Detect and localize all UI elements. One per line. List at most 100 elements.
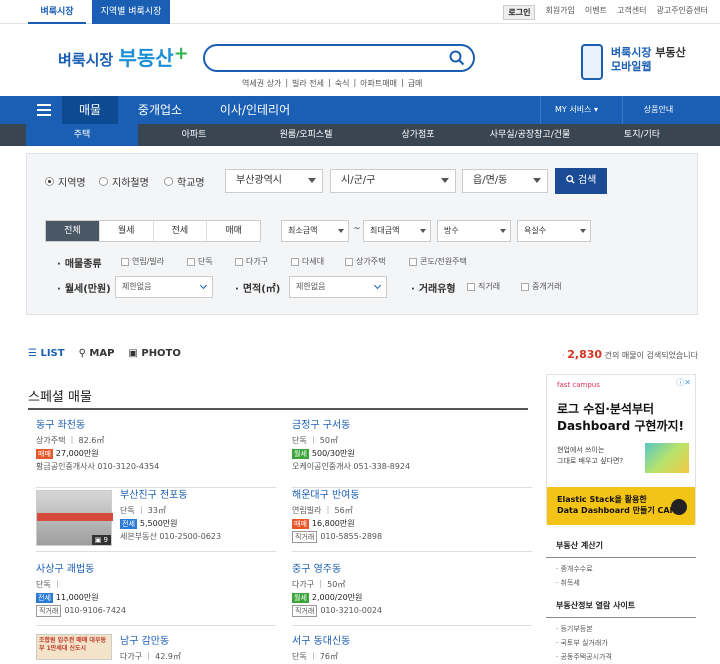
deal-type-label: 거래유형 xyxy=(411,280,456,295)
type-checkbox[interactable]: 다세대 xyxy=(291,256,324,267)
listing-card[interactable]: 해운대구 반여동 연립빌라 ｜ 56㎡ 매매 16,800만원 직거래 010-58… xyxy=(292,486,532,552)
ad-choices-icon[interactable]: ⓘ✕ xyxy=(676,377,691,388)
signup-link[interactable]: 회원가입 xyxy=(545,5,574,20)
keyword-link[interactable]: 숙식 xyxy=(335,78,350,89)
nav-listings[interactable]: 매물 xyxy=(62,96,118,124)
ad-cta[interactable]: Elastic Stack을 활용한 Data Dashboard 만들기 CAM… xyxy=(547,487,695,525)
listing-location[interactable]: 남구 감만동 xyxy=(120,632,181,647)
listing-agent: 오케이공인중개사 051-338-8924 xyxy=(292,462,411,471)
logo[interactable]: 벼룩시장 부동산+ xyxy=(58,42,189,71)
search-input[interactable] xyxy=(203,44,475,72)
listing-location[interactable]: 해운대구 반여동 xyxy=(292,486,532,501)
listing-location[interactable]: 중구 영주동 xyxy=(292,560,532,575)
keyword-link[interactable]: 역세권 상가 xyxy=(242,78,281,89)
deal-tab-all[interactable]: 전체 xyxy=(46,221,100,241)
listing-card[interactable]: 사상구 괘법동 단독 ｜ 전세 11,000만원 직거래 010-9106-7424 xyxy=(36,560,276,626)
registry-link[interactable]: · 등기부등본 xyxy=(546,618,696,636)
tab-regional-flea-market[interactable]: 지역별 벼룩시장 xyxy=(92,0,170,24)
city-select[interactable]: 시/군/구 xyxy=(330,169,456,193)
search-icon[interactable] xyxy=(449,50,465,66)
type-checkbox[interactable]: 콘도/전원주택 xyxy=(409,256,467,267)
area-select[interactable]: 제한없음 xyxy=(289,276,387,298)
search-button[interactable]: 검색 xyxy=(555,168,607,194)
listing-photo[interactable]: ▣ 9 xyxy=(36,490,113,546)
radio-school[interactable]: 학교명 xyxy=(164,174,205,189)
town-select[interactable]: 읍/면/동 xyxy=(462,169,548,193)
public-price-link[interactable]: · 공동주택공시가격 xyxy=(546,650,696,664)
view-tab-photo[interactable]: ▣ PHOTO xyxy=(128,348,180,359)
rent-label: 월세(만원) xyxy=(57,280,111,295)
listing-card[interactable]: ▣ 9 부산진구 전포동 단독 ｜ 33㎡ 전세 5,500만원 세븐부동산 01… xyxy=(36,486,276,552)
radio-subway[interactable]: 지하철명 xyxy=(99,174,149,189)
mobile-web-banner[interactable]: 벼룩시장 부동산 모바일웹 xyxy=(563,42,713,82)
deal-tab-jeonse[interactable]: 전세 xyxy=(154,221,208,241)
keyword-link[interactable]: 급매 xyxy=(408,78,423,89)
tax-calculator-link[interactable]: · 취득세 xyxy=(546,576,696,590)
nav-agencies[interactable]: 중개업소 xyxy=(126,96,194,124)
ad-headline: 로그 수집·분석부터 xyxy=(557,402,655,416)
listing-location[interactable]: 서구 동대신동 xyxy=(292,632,532,647)
category-house[interactable]: 주택 xyxy=(26,124,138,146)
deal-badge: 전세 xyxy=(36,593,53,603)
type-checkbox[interactable]: 상가주택 xyxy=(345,256,385,267)
keyword-link[interactable]: 아파트매매 xyxy=(360,78,397,89)
chevron-down-icon xyxy=(533,178,541,183)
listing-card[interactable]: 중구 영주동 다가구 ｜ 50㎡ 월세 2,000/20만원 직거래 010-321… xyxy=(292,560,532,626)
type-checkbox[interactable]: 단독 xyxy=(187,256,213,267)
category-store[interactable]: 상가점포 xyxy=(362,124,474,146)
customer-center-link[interactable]: 고객센터 xyxy=(617,5,646,20)
chevron-down-icon xyxy=(373,281,382,290)
property-type-label: 매물종류 xyxy=(57,255,102,270)
nav-moving-interior[interactable]: 이사/인테리어 xyxy=(210,96,300,124)
min-price-select[interactable]: 최소금액 xyxy=(281,220,349,242)
listing-card[interactable]: 조합원 입주권 매매 대우동부 1만세대 신도시 남구 감만동 다가구 ｜ 42… xyxy=(36,632,276,661)
transaction-price-link[interactable]: · 국토부 실거래가 xyxy=(546,636,696,650)
keyword-link[interactable]: 빌라 전세 xyxy=(292,78,324,89)
type-checkbox[interactable]: 연립/빌라 xyxy=(121,256,164,267)
baths-select[interactable]: 욕실수 xyxy=(517,220,591,242)
deal-badge: 매매 xyxy=(36,449,53,459)
listing-card[interactable]: 서구 동대신동 단독 ｜ 76㎡ xyxy=(292,632,532,661)
category-office[interactable]: 사무실/공장창고/건물 xyxy=(474,124,586,146)
view-tab-list[interactable]: ☰ LIST xyxy=(28,348,65,359)
tab-flea-market[interactable]: 벼룩시장 xyxy=(28,0,86,24)
rooms-select[interactable]: 방수 xyxy=(437,220,511,242)
direct-deal-checkbox[interactable]: 직거래 xyxy=(467,281,500,292)
type-checkbox[interactable]: 다가구 xyxy=(235,256,268,267)
radio-region[interactable]: 지역명 xyxy=(45,174,86,189)
listing-photo[interactable]: 조합원 입주권 매매 대우동부 1만세대 신도시 xyxy=(36,634,112,660)
category-land[interactable]: 토지/기타 xyxy=(586,124,698,146)
result-count: · 2,830 건의 매물이 검색되었습니다 xyxy=(562,348,698,361)
advertiser-link[interactable]: 광고주인증센터 xyxy=(656,5,708,20)
login-link[interactable]: 로그인 xyxy=(503,5,536,20)
rent-select[interactable]: 제한없음 xyxy=(115,276,213,298)
brokered-deal-checkbox[interactable]: 중개거래 xyxy=(521,281,561,292)
filter-panel: 지역명 지하철명 학교명 부산광역시 시/군/구 읍/면/동 검색 전체 월세 … xyxy=(26,153,698,315)
menu-icon[interactable] xyxy=(28,96,60,124)
deal-type-tabs: 전체 월세 전세 매매 xyxy=(45,220,261,242)
listing-card[interactable]: 동구 좌천동 상가주택 ｜ 82.6㎡ 매매 27,000만원 황금공인중개사사 … xyxy=(36,416,276,488)
listing-location[interactable]: 사상구 괘법동 xyxy=(36,560,276,575)
view-tab-map[interactable]: ⚲ MAP xyxy=(79,348,115,359)
listing-location[interactable]: 동구 좌천동 xyxy=(36,416,276,431)
deal-tab-sale[interactable]: 매매 xyxy=(207,221,260,241)
listing-photo-text: 조합원 입주권 매매 대우동부 1만세대 신도시 xyxy=(39,637,106,652)
province-select[interactable]: 부산광역시 xyxy=(225,169,323,193)
my-service-menu[interactable]: MY 서비스 ▾ xyxy=(540,96,612,124)
ad-brand: fast campus xyxy=(557,381,600,389)
top-bar: 벼룩시장 지역별 벼룩시장 로그인 회원가입 이벤트 고객센터 광고주인증센터 xyxy=(0,0,720,24)
category-oneroom[interactable]: 원룸/오피스텔 xyxy=(250,124,362,146)
deal-tab-monthly[interactable]: 월세 xyxy=(100,221,154,241)
event-link[interactable]: 이벤트 xyxy=(585,5,607,20)
listing-location[interactable]: 금정구 구서동 xyxy=(292,416,532,431)
ad-banner[interactable]: fast campus ⓘ✕ 로그 수집·분석부터 Dashboard 구현까지!… xyxy=(546,374,696,525)
product-guide-link[interactable]: 상품안내 xyxy=(622,96,694,124)
listing-location[interactable]: 부산진구 전포동 xyxy=(120,486,221,501)
max-price-select[interactable]: 최대금액 xyxy=(363,220,431,242)
listing-price: 27,000만원 xyxy=(55,449,99,458)
listing-phone: 010-5855-2898 xyxy=(320,532,383,541)
listing-price: 11,000만원 xyxy=(55,593,99,602)
fee-calculator-link[interactable]: · 중개수수료 xyxy=(546,558,696,576)
category-apartment[interactable]: 아파트 xyxy=(138,124,250,146)
listing-card[interactable]: 금정구 구서동 단독 ｜ 50㎡ 월세 500/30만원 오케이공인중개사 051… xyxy=(292,416,532,488)
